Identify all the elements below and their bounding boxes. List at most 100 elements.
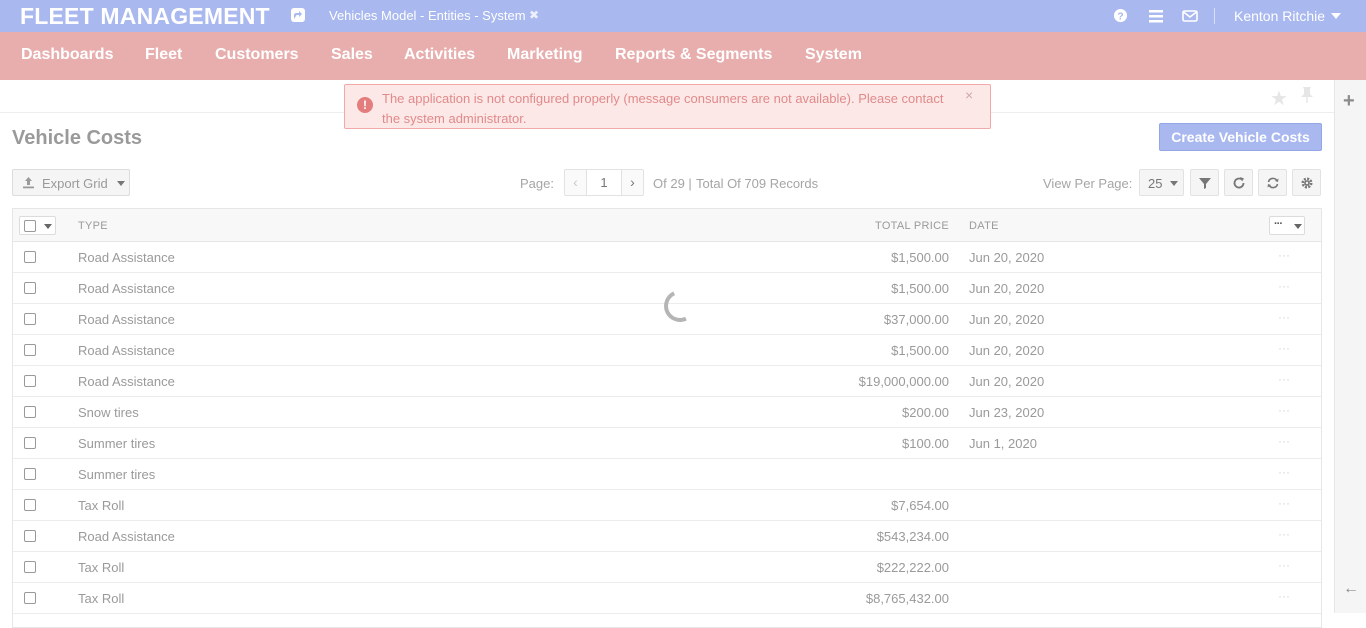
close-icon[interactable]: ✖	[529, 8, 539, 22]
cell-total-price: $200.00	[902, 405, 949, 420]
app-logo[interactable]: FLEET MANAGEMENT	[20, 3, 270, 30]
user-menu[interactable]: Kenton Ritchie	[1234, 8, 1325, 24]
star-icon[interactable]: ★	[1270, 86, 1288, 111]
row-actions-icon[interactable]: ···	[1278, 527, 1290, 541]
cell-type: Snow tires	[78, 405, 139, 420]
gear-icon	[1301, 177, 1313, 189]
reset-button[interactable]	[1258, 169, 1287, 196]
cell-type: Tax Roll	[78, 498, 125, 513]
menu-item-dashboards[interactable]: Dashboards	[21, 46, 113, 64]
column-header-total-price[interactable]: TOTAL PRICE	[875, 220, 949, 232]
chevron-down-icon	[1170, 181, 1178, 186]
table-row[interactable]: Snow tires $200.00 Jun 23, 2020 ···	[13, 397, 1321, 428]
row-checkbox[interactable]	[24, 251, 36, 263]
cell-total-price: $222,222.00	[876, 560, 949, 575]
row-actions-icon[interactable]: ···	[1278, 341, 1290, 355]
row-checkbox[interactable]	[24, 499, 36, 511]
cell-total-price: $1,500.00	[891, 343, 949, 358]
list-icon[interactable]	[1148, 8, 1164, 24]
column-header-type[interactable]: TYPE	[78, 220, 108, 232]
refresh-icon	[1233, 177, 1245, 189]
row-actions-icon[interactable]: ···	[1278, 310, 1290, 324]
table-row[interactable]: Tax Roll $8,765,432.00 ···	[13, 583, 1321, 614]
prev-page-button[interactable]: ‹	[565, 170, 587, 195]
side-panel: + ←	[1334, 80, 1366, 613]
export-grid-button[interactable]: Export Grid	[12, 169, 130, 196]
table-row[interactable]: Road Assistance $19,000,000.00 Jun 20, 2…	[13, 366, 1321, 397]
data-grid: TYPE TOTAL PRICE DATE ··· Road Assistanc…	[12, 208, 1322, 628]
row-actions-icon[interactable]: ···	[1278, 558, 1290, 572]
refresh-button[interactable]	[1224, 169, 1253, 196]
table-row[interactable]: Summer tires ···	[13, 459, 1321, 490]
close-icon[interactable]: ×	[965, 87, 973, 103]
context-title[interactable]: Vehicles Model - Entities - System	[329, 8, 526, 23]
filter-icon	[1199, 178, 1211, 189]
menu-item-activities[interactable]: Activities	[404, 46, 475, 64]
cell-date: Jun 20, 2020	[969, 343, 1045, 358]
row-actions-icon[interactable]: ···	[1278, 589, 1290, 603]
cell-type: Tax Roll	[78, 591, 125, 606]
column-header-date[interactable]: DATE	[969, 220, 999, 232]
create-vehicle-costs-button[interactable]: Create Vehicle Costs	[1159, 123, 1322, 151]
pin-icon[interactable]	[1300, 86, 1314, 109]
row-checkbox[interactable]	[24, 592, 36, 604]
select-all-checkbox[interactable]	[24, 220, 36, 232]
menu-item-fleet[interactable]: Fleet	[145, 46, 182, 64]
pagination: ‹ 1 ›	[564, 169, 644, 196]
row-actions-icon[interactable]: ···	[1278, 248, 1290, 262]
next-page-button[interactable]: ›	[621, 170, 643, 195]
row-checkbox[interactable]	[24, 468, 36, 480]
cell-date: Jun 20, 2020	[969, 374, 1045, 389]
select-all-dropdown[interactable]	[19, 216, 56, 235]
row-checkbox[interactable]	[24, 561, 36, 573]
filter-button[interactable]	[1190, 169, 1219, 196]
cell-total-price: $1,500.00	[891, 250, 949, 265]
cell-type: Road Assistance	[78, 529, 175, 544]
divider	[1214, 8, 1215, 24]
main-menu: Dashboards Fleet Customers Sales Activit…	[0, 32, 1366, 80]
row-checkbox[interactable]	[24, 313, 36, 325]
row-actions-icon[interactable]: ···	[1278, 496, 1290, 510]
menu-item-sales[interactable]: Sales	[331, 46, 373, 64]
share-icon[interactable]	[291, 8, 305, 22]
upload-icon	[22, 176, 35, 189]
chevron-down-icon	[1294, 224, 1302, 229]
row-actions-icon[interactable]: ···	[1278, 372, 1290, 386]
row-actions-icon[interactable]: ···	[1278, 434, 1290, 448]
page-title: Vehicle Costs	[12, 127, 143, 149]
grid-actions-dropdown[interactable]: ···	[1269, 216, 1305, 235]
row-actions-icon[interactable]: ···	[1278, 403, 1290, 417]
settings-button[interactable]	[1292, 169, 1321, 196]
arrow-left-icon[interactable]: ←	[1343, 580, 1359, 598]
menu-item-marketing[interactable]: Marketing	[507, 46, 583, 64]
exclamation-icon: !	[357, 97, 373, 113]
menu-item-customers[interactable]: Customers	[215, 46, 299, 64]
menu-item-reports-segments[interactable]: Reports & Segments	[615, 46, 772, 64]
row-checkbox[interactable]	[24, 530, 36, 542]
row-actions-icon[interactable]: ···	[1278, 279, 1290, 293]
row-actions-icon[interactable]: ···	[1278, 465, 1290, 479]
chevron-down-icon[interactable]	[1331, 13, 1341, 19]
table-row[interactable]: Tax Roll $7,654.00 ···	[13, 490, 1321, 521]
per-page-select[interactable]: 25	[1139, 169, 1184, 196]
menu-item-system[interactable]: System	[805, 46, 862, 64]
row-checkbox[interactable]	[24, 406, 36, 418]
table-row[interactable]: Summer tires $100.00 Jun 1, 2020 ···	[13, 428, 1321, 459]
table-row[interactable]: Road Assistance $543,234.00 ···	[13, 521, 1321, 552]
page-number-input[interactable]: 1	[587, 170, 621, 195]
help-icon[interactable]: ?	[1113, 8, 1129, 24]
table-row[interactable]: Tax Roll $222,222.00 ···	[13, 552, 1321, 583]
svg-text:?: ?	[1117, 11, 1123, 22]
cell-type: Road Assistance	[78, 374, 175, 389]
plus-icon[interactable]: +	[1343, 91, 1355, 111]
cell-total-price: $100.00	[902, 436, 949, 451]
row-checkbox[interactable]	[24, 344, 36, 356]
table-row[interactable]: Road Assistance $1,500.00 Jun 20, 2020 ·…	[13, 242, 1321, 273]
row-checkbox[interactable]	[24, 282, 36, 294]
table-row[interactable]: Road Assistance $1,500.00 Jun 20, 2020 ·…	[13, 335, 1321, 366]
row-checkbox[interactable]	[24, 437, 36, 449]
envelope-icon[interactable]	[1182, 8, 1198, 24]
chevron-down-icon	[44, 224, 52, 229]
cell-date: Jun 20, 2020	[969, 281, 1045, 296]
row-checkbox[interactable]	[24, 375, 36, 387]
